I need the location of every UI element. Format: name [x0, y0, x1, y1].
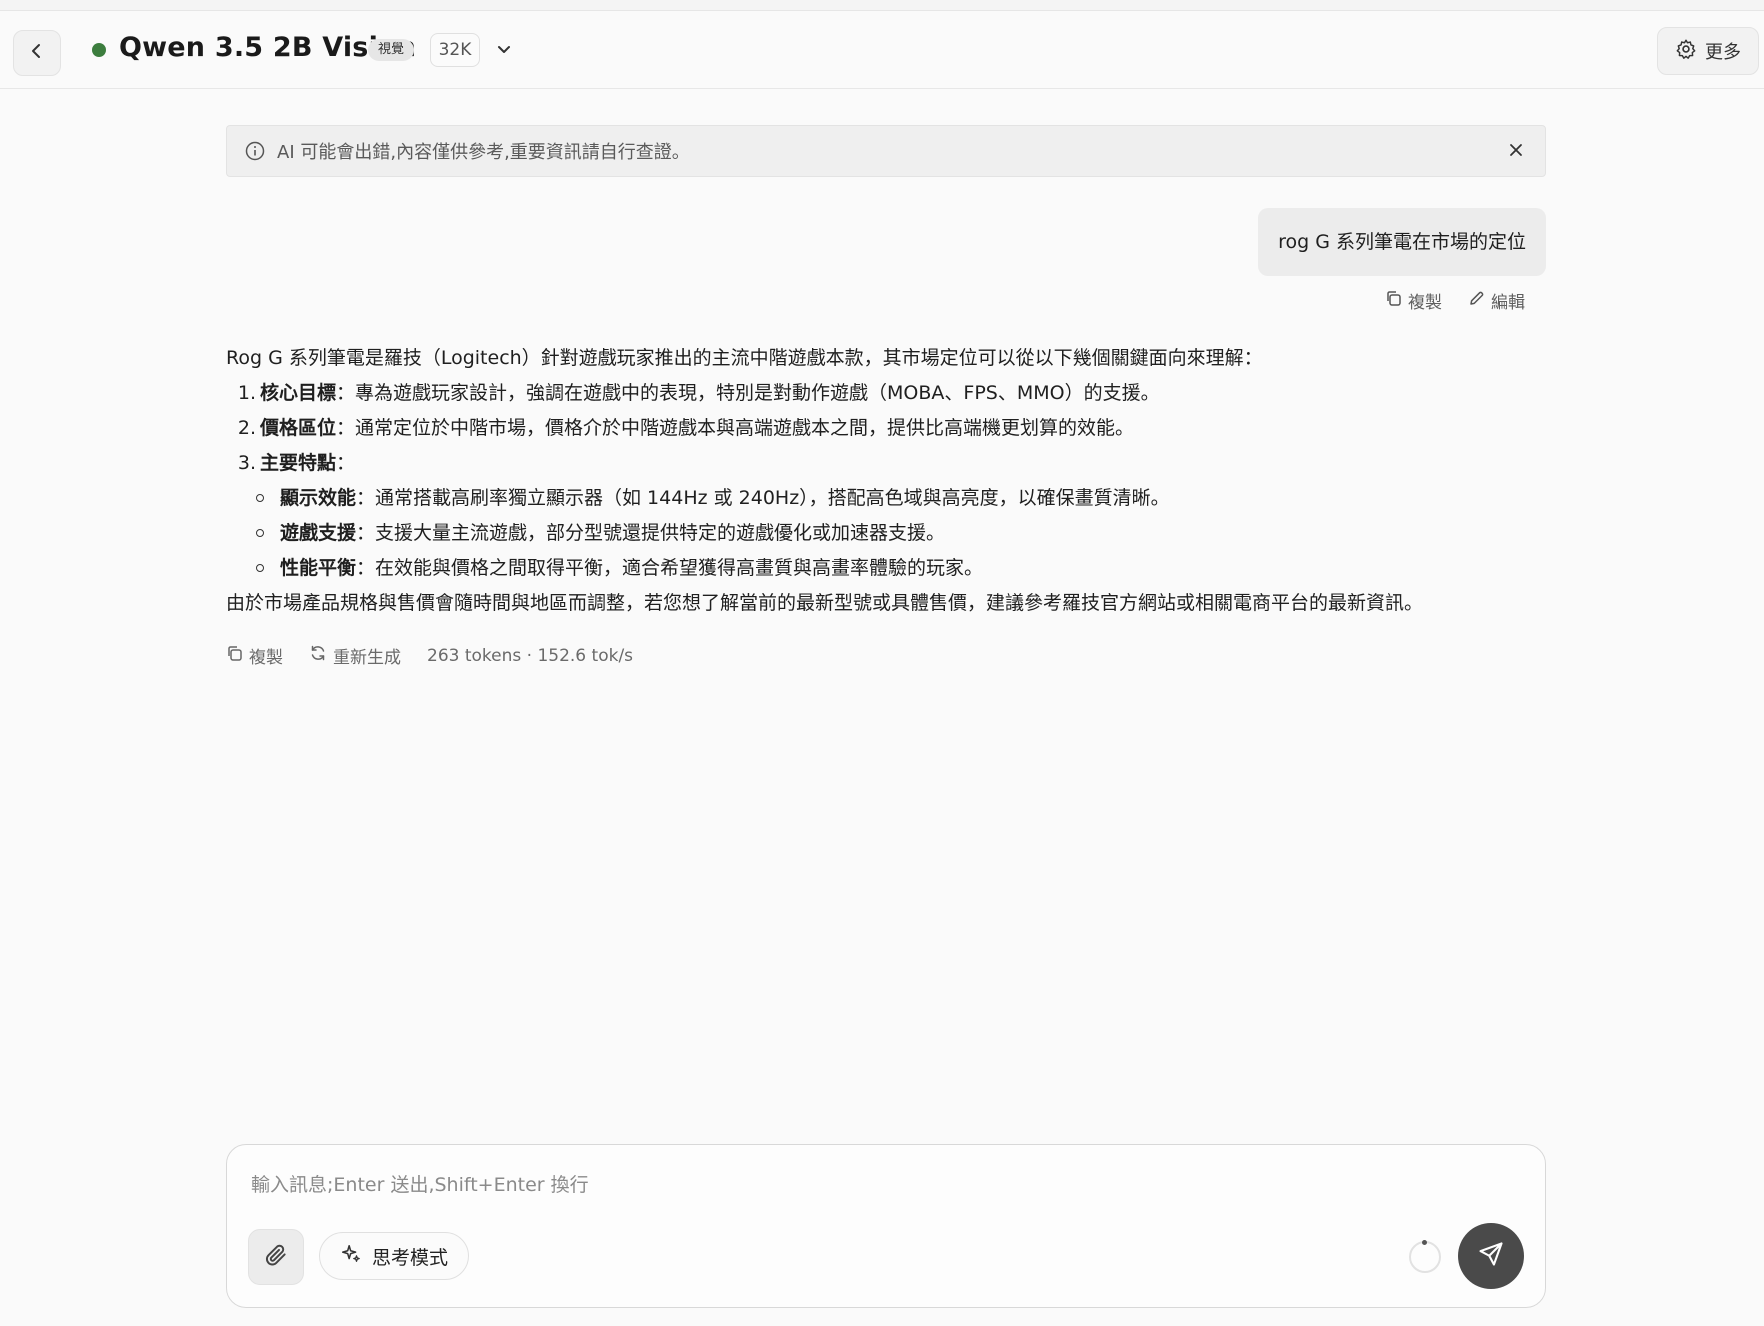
edit-label: 編輯: [1491, 293, 1525, 313]
refresh-icon: [309, 644, 327, 667]
more-label: 更多: [1705, 42, 1741, 63]
copy-label: 複製: [249, 648, 283, 668]
user-message-actions: 複製 編輯: [1385, 288, 1525, 313]
ai-disclaimer-notice: AI 可能會出錯,內容僅供參考,重要資訊請自行查證。: [226, 125, 1546, 177]
list-item-text: ：通常定位於中階市場，價格介於中階遊戲本與高端遊戲本之間，提供比高端機更划算的效…: [336, 417, 1135, 439]
list-item: 3. 主要特點：: [226, 449, 1546, 484]
gear-icon: [1675, 38, 1697, 65]
bullet-icon: [256, 563, 264, 572]
bullet-icon: [256, 493, 264, 502]
sub-item-title: 顯示效能: [280, 487, 357, 509]
sub-list-item: 遊戲支援：支援大量主流遊戲，部分型號還提供特定的遊戲優化或加速器支援。: [226, 519, 1546, 554]
copy-icon: [226, 645, 243, 667]
sub-item-title: 遊戲支援: [280, 522, 357, 544]
message-composer: 思考模式: [226, 1144, 1546, 1308]
sub-list-item: 顯示效能：通常搭載高刷率獨立顯示器（如 144Hz 或 240Hz），搭配高色域…: [226, 484, 1546, 519]
list-number: 3.: [237, 452, 256, 474]
sub-list-item: 性能平衡：在效能與價格之間取得平衡，適合希望獲得高畫質與高畫率體驗的玩家。: [226, 554, 1546, 589]
copy-icon: [1385, 290, 1402, 312]
regenerate-label: 重新生成: [333, 648, 401, 668]
copy-user-message-button[interactable]: 複製: [1385, 288, 1442, 313]
window-top-strip: [0, 0, 1764, 11]
info-icon: [245, 141, 265, 161]
bullet-icon: [256, 528, 264, 537]
vision-badge: 視覺: [368, 39, 415, 61]
more-button[interactable]: 更多: [1657, 27, 1759, 75]
sub-item-text: ：通常搭載高刷率獨立顯示器（如 144Hz 或 240Hz），搭配高色域與高亮度…: [356, 487, 1170, 509]
assistant-message: Rog G 系列筆電是羅技（Logitech）針對遊戲玩家推出的主流中階遊戲本款…: [226, 344, 1546, 624]
list-item-text: ：: [336, 452, 356, 474]
list-number: 2.: [237, 417, 256, 439]
user-message-bubble: rog G 系列筆電在市場的定位: [1258, 208, 1546, 276]
context-length-badge: 32K: [430, 33, 480, 67]
notice-text: AI 可能會出錯,內容僅供參考,重要資訊請自行查證。: [277, 142, 690, 163]
sub-item-text: ：支援大量主流遊戲，部分型號還提供特定的遊戲優化或加速器支援。: [356, 522, 946, 544]
model-status-dot: [92, 43, 106, 57]
chevron-down-icon: [495, 40, 513, 62]
loading-spinner-icon: [1409, 1240, 1441, 1273]
regenerate-button[interactable]: 重新生成: [309, 643, 401, 668]
thinking-mode-label: 思考模式: [372, 1246, 449, 1269]
answer-intro: Rog G 系列筆電是羅技（Logitech）針對遊戲玩家推出的主流中階遊戲本款…: [226, 347, 1263, 369]
list-item-title: 核心目標: [260, 382, 337, 404]
send-icon: [1477, 1240, 1505, 1272]
message-input[interactable]: [251, 1171, 1511, 1199]
edit-icon: [1468, 290, 1485, 312]
paperclip-icon: [263, 1242, 289, 1272]
list-item: 2. 價格區位：通常定位於中階市場，價格介於中階遊戲本與高端遊戲本之間，提供比高端…: [226, 414, 1546, 449]
copy-answer-button[interactable]: 複製: [226, 643, 283, 668]
sub-item-text: ：在效能與價格之間取得平衡，適合希望獲得高畫質與高畫率體驗的玩家。: [356, 557, 984, 579]
copy-label: 複製: [1408, 293, 1442, 313]
list-number: 1.: [237, 382, 256, 404]
assistant-message-actions: 複製 重新生成 263 tokens · 152.6 tok/s: [226, 643, 633, 668]
close-icon: [1509, 141, 1523, 162]
sub-item-title: 性能平衡: [280, 557, 357, 579]
list-item: 1. 核心目標：專為遊戲玩家設計，強調在遊戲中的表現，特別是對動作遊戲（MOBA、…: [226, 379, 1546, 414]
close-notice-button[interactable]: [1505, 140, 1527, 162]
back-button[interactable]: [13, 30, 61, 76]
edit-user-message-button[interactable]: 編輯: [1468, 288, 1525, 313]
generation-stats: 263 tokens · 152.6 tok/s: [427, 645, 634, 666]
chevron-left-icon: [28, 42, 46, 64]
top-bar: Qwen 3.5 2B Vision 視覺 32K 更多: [0, 11, 1764, 89]
model-dropdown-button[interactable]: [492, 39, 516, 63]
send-button[interactable]: [1458, 1223, 1524, 1289]
list-item-text: ：專為遊戲玩家設計，強調在遊戲中的表現，特別是對動作遊戲（MOBA、FPS、MM…: [336, 382, 1160, 404]
sparkle-icon: [340, 1243, 362, 1270]
attach-button[interactable]: [248, 1229, 304, 1285]
list-item-title: 價格區位: [260, 417, 337, 439]
answer-outro: 由於市場產品規格與售價會隨時間與地區而調整，若您想了解當前的最新型號或具體售價，…: [226, 592, 1424, 614]
list-item-title: 主要特點: [260, 452, 337, 474]
thinking-mode-button[interactable]: 思考模式: [319, 1232, 470, 1280]
